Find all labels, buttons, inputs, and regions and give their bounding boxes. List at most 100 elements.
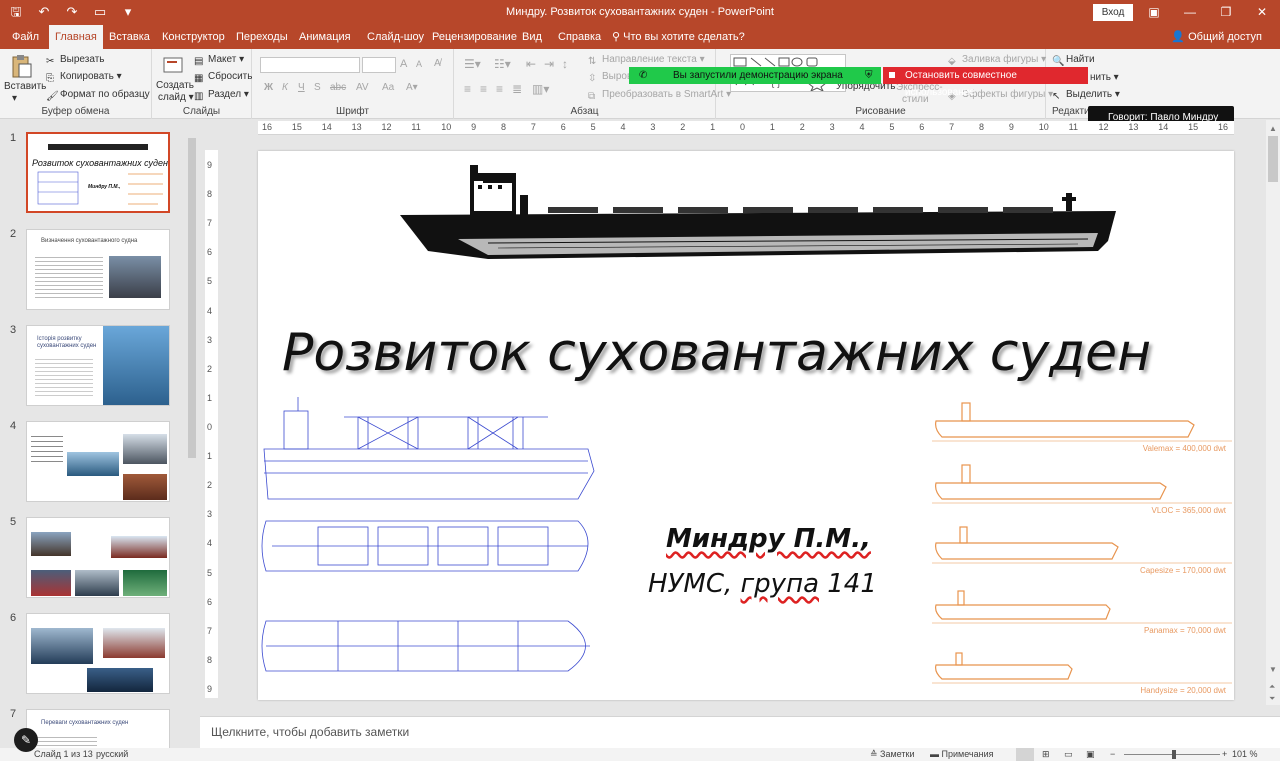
justify-icon[interactable]: ≣ xyxy=(512,82,522,96)
tab-view[interactable]: Вид xyxy=(516,25,548,49)
thumb-5-photo-5 xyxy=(123,570,167,596)
change-case-button[interactable]: Aa xyxy=(382,82,394,93)
tab-help[interactable]: Справка xyxy=(552,25,607,49)
zoom-slider-handle[interactable] xyxy=(1172,750,1176,759)
zoom-level[interactable]: 101 % xyxy=(1232,749,1258,759)
shrink-font-button[interactable]: A xyxy=(416,59,422,69)
minimize-button[interactable]: — xyxy=(1172,0,1208,25)
tab-animation[interactable]: Анимация xyxy=(293,25,357,49)
numbering-icon[interactable]: ☷▾ xyxy=(494,57,511,71)
tab-home[interactable]: Главная xyxy=(49,25,103,49)
next-slide-icon[interactable]: ⏷ xyxy=(1269,694,1275,704)
copy-button[interactable]: ⎘ Копировать ▾ xyxy=(46,71,122,84)
italic-button[interactable]: К xyxy=(282,82,288,93)
slide-thumbnail-6[interactable] xyxy=(26,613,170,694)
paste-dropdown-icon[interactable]: ▾ xyxy=(12,93,17,104)
spacing-button[interactable]: AV xyxy=(356,82,369,93)
thumbnails-scroll-thumb[interactable] xyxy=(188,138,196,458)
new-slide-label-1[interactable]: Создать xyxy=(156,80,194,91)
columns-icon[interactable]: ▥▾ xyxy=(532,82,549,96)
shadow-button[interactable]: S xyxy=(314,82,321,93)
strikethrough-button[interactable]: abc xyxy=(330,82,346,93)
tab-transitions[interactable]: Переходы xyxy=(230,25,294,49)
group-line[interactable]: НУМС, група 141 xyxy=(648,569,877,599)
shape-fill-button[interactable]: ⬙ Заливка фигуры ▾ xyxy=(948,54,1046,67)
zoom-in-icon[interactable]: + xyxy=(1222,749,1227,759)
slide-thumbnail-2[interactable]: Визначення суховантажного судна xyxy=(26,229,170,310)
slide-thumbnail-1[interactable]: Розвиток суховантажних суден Миндру П.М.… xyxy=(26,132,170,213)
slide-title[interactable]: Розвиток суховантажних суден xyxy=(282,323,1151,383)
paste-button[interactable]: Вставить xyxy=(4,81,46,92)
slide-sorter-icon[interactable]: ⊞ xyxy=(1042,749,1050,760)
ribbon-display-icon[interactable]: ▣ xyxy=(1136,0,1172,25)
slide-canvas[interactable]: Розвиток суховантажних суден Миндру П.М.… xyxy=(258,151,1234,700)
find-button[interactable]: 🔍 Найти xyxy=(1052,54,1095,67)
notes-toggle[interactable]: ≙ Заметки xyxy=(870,749,914,760)
ruler-h-tick: 12 xyxy=(1098,122,1109,132)
previous-slide-icon[interactable]: ⏶ xyxy=(1269,682,1275,692)
scroll-down-icon[interactable]: ▼ xyxy=(1269,665,1277,674)
reset-button[interactable]: ▦ Сбросить xyxy=(194,71,252,84)
smartart-icon: ⧉ xyxy=(588,91,596,102)
new-slide-label-2[interactable]: слайд ▾ xyxy=(158,92,194,103)
font-size-combo[interactable] xyxy=(362,57,396,73)
section-button[interactable]: ▥ Раздел ▾ xyxy=(194,89,249,102)
replace-button[interactable]: нить ▾ xyxy=(1090,72,1119,83)
comments-toggle[interactable]: ▬ Примечания xyxy=(930,749,993,759)
ruler-v-tick: 7 xyxy=(207,625,213,636)
tab-insert[interactable]: Вставка xyxy=(103,25,156,49)
zoom-out-icon[interactable]: − xyxy=(1110,749,1115,759)
align-left-icon[interactable]: ≡ xyxy=(464,82,471,96)
bold-button[interactable]: Ж xyxy=(264,82,273,93)
format-painter-button[interactable]: 🖌Формат по образцу xyxy=(46,89,150,102)
line-spacing-icon[interactable]: ↕ xyxy=(562,57,568,71)
font-color-button[interactable]: A▾ xyxy=(406,82,418,93)
align-center-icon[interactable]: ≡ xyxy=(480,82,487,96)
thumbnails-scrollbar[interactable] xyxy=(187,128,197,748)
tab-design[interactable]: Конструктор xyxy=(156,25,231,49)
scroll-up-icon[interactable]: ▲ xyxy=(1269,124,1277,133)
slide-thumbnail-5[interactable] xyxy=(26,517,170,598)
stop-sharing-button[interactable]: Остановить совместное использование xyxy=(883,67,1088,98)
slideshow-view-icon[interactable]: ▣ xyxy=(1086,749,1095,760)
tab-review[interactable]: Рецензирование xyxy=(426,25,523,49)
tab-file[interactable]: Файл xyxy=(6,25,45,49)
thumb-6-photo-2 xyxy=(103,628,165,658)
underline-button[interactable]: Ч xyxy=(298,82,305,93)
ruler-h-tick: 16 xyxy=(262,122,273,132)
thumb-4-photo-3 xyxy=(123,474,167,500)
share-button[interactable]: 👤 Общий доступ xyxy=(1171,25,1262,49)
tab-slideshow[interactable]: Слайд-шоу xyxy=(361,25,430,49)
normal-view-icon[interactable] xyxy=(1016,748,1034,761)
smartart-button[interactable]: ⧉ Преобразовать в SmartArt ▾ xyxy=(588,89,731,102)
author-name[interactable]: Миндру П.М., xyxy=(666,524,871,554)
slide-scrollbar[interactable]: ▲ ▼ ⏶ ⏷ xyxy=(1266,120,1280,705)
ruler-h-tick: 13 xyxy=(351,122,362,132)
slide-thumbnail-3[interactable]: Історія розвитку суховантажних суден xyxy=(26,325,170,406)
pen-tool-button[interactable]: ✎ xyxy=(14,728,38,752)
tell-me-search[interactable]: ⚲ Что вы хотите сделать? xyxy=(606,25,751,49)
notes-pane[interactable]: Щелкните, чтобы добавить заметки xyxy=(200,716,1280,748)
grow-font-button[interactable]: A xyxy=(400,58,407,70)
decrease-indent-icon[interactable]: ⇤ xyxy=(526,57,536,71)
slide-scroll-thumb[interactable] xyxy=(1268,136,1278,182)
language-indicator[interactable]: русский xyxy=(96,749,128,759)
layout-button[interactable]: ▤ Макет ▾ xyxy=(194,54,244,67)
bullets-icon[interactable]: ☰▾ xyxy=(464,57,481,71)
clear-format-icon[interactable]: A̸ xyxy=(434,58,441,69)
reading-view-icon[interactable]: ▭ xyxy=(1064,749,1073,760)
login-button[interactable]: Вход xyxy=(1093,4,1133,21)
maximize-button[interactable]: ❐ xyxy=(1208,0,1244,25)
align-text-button[interactable]: ⇳ Выров xyxy=(588,71,632,84)
align-right-icon[interactable]: ≡ xyxy=(496,82,503,96)
increase-indent-icon[interactable]: ⇥ xyxy=(544,57,554,71)
ruler-v-tick: 4 xyxy=(207,305,213,316)
cut-button[interactable]: ✂ Вырезать xyxy=(46,54,104,67)
paste-icon[interactable] xyxy=(10,55,32,78)
slide-thumbnail-4[interactable] xyxy=(26,421,170,502)
text-direction-button[interactable]: ⇅ Направление текста ▾ xyxy=(588,54,705,67)
ruler-v-tick: 1 xyxy=(207,392,213,403)
font-family-combo[interactable] xyxy=(260,57,360,73)
close-button[interactable]: ✕ xyxy=(1244,0,1280,25)
new-slide-icon[interactable] xyxy=(162,55,184,77)
